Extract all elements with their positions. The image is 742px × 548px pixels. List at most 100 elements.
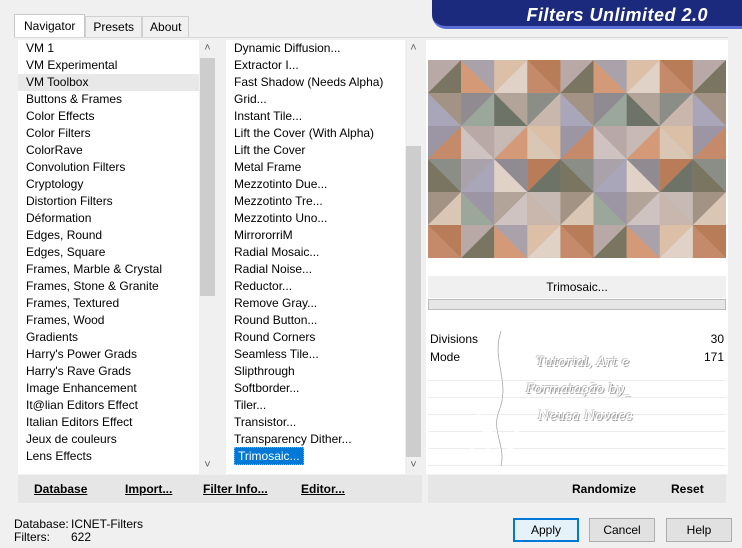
cancel-button[interactable]: Cancel <box>589 518 655 542</box>
category-item[interactable]: VM 1 <box>18 40 199 57</box>
scroll-down-icon[interactable]: ˅ <box>405 457 422 474</box>
tab-bar: Navigator Presets About <box>14 14 190 38</box>
category-item-label: Frames, Textured <box>26 296 120 310</box>
tab-navigator[interactable]: Navigator <box>14 14 86 38</box>
param-divisions[interactable]: Divisions 30 <box>430 332 726 348</box>
category-item[interactable]: VM Toolbox <box>18 74 199 91</box>
filter-item[interactable]: Mezzotinto Uno... <box>226 210 405 227</box>
filter-item[interactable]: Fast Shadow (Needs Alpha) <box>226 74 405 91</box>
filter-item[interactable]: Mezzotinto Due... <box>226 176 405 193</box>
filter-item[interactable]: Grid... <box>226 91 405 108</box>
category-item[interactable]: VM Experimental <box>18 57 199 74</box>
category-item[interactable]: Déformation <box>18 210 199 227</box>
param-label: Divisions <box>430 332 479 346</box>
filter-item[interactable]: Round Corners <box>226 329 405 346</box>
filter-info-button[interactable]: Filter Info... <box>203 482 268 496</box>
status-label: Database: <box>14 517 69 531</box>
filter-item-label: Radial Mosaic... <box>234 245 320 259</box>
category-item[interactable]: Convolution Filters <box>18 159 199 176</box>
help-button[interactable]: Help <box>666 518 732 542</box>
category-item[interactable]: Harry's Power Grads <box>18 346 199 363</box>
category-item[interactable]: Frames, Wood <box>18 312 199 329</box>
category-item[interactable]: Frames, Textured <box>18 295 199 312</box>
category-item[interactable]: It@lian Editors Effect <box>18 397 199 414</box>
category-item[interactable]: Harry's Rave Grads <box>18 363 199 380</box>
filter-item[interactable]: Transistor... <box>226 414 405 431</box>
filter-item[interactable]: MirrororriM <box>226 227 405 244</box>
category-item[interactable]: Buttons & Frames <box>18 91 199 108</box>
filter-item[interactable]: Trimosaic... <box>226 447 405 465</box>
status-label: Filters: <box>14 530 50 544</box>
filter-item-label: Reductor... <box>234 279 293 293</box>
category-item-label: Buttons & Frames <box>26 92 123 106</box>
filter-item[interactable]: Tiler... <box>226 397 405 414</box>
import-button[interactable]: Import... <box>125 482 172 496</box>
tab-about[interactable]: About <box>142 16 190 38</box>
filter-item-label: Slipthrough <box>234 364 295 378</box>
filter-item[interactable]: Softborder... <box>226 380 405 397</box>
category-item-label: Image Enhancement <box>26 381 137 395</box>
category-item[interactable]: Edges, Square <box>18 244 199 261</box>
filter-item[interactable]: Dynamic Diffusion... <box>226 40 405 57</box>
category-item[interactable]: Lens Effects <box>18 448 199 465</box>
category-item[interactable]: Color Filters <box>18 125 199 142</box>
filter-item[interactable]: Remove Gray... <box>226 295 405 312</box>
category-item-label: Color Filters <box>26 126 91 140</box>
database-button[interactable]: Database <box>34 482 87 496</box>
progress-bar <box>428 299 726 310</box>
category-item[interactable]: Color Effects <box>18 108 199 125</box>
filter-scroll-thumb[interactable] <box>406 146 421 457</box>
category-item-label: Frames, Stone & Granite <box>26 279 159 293</box>
reset-button[interactable]: Reset <box>671 482 704 496</box>
category-scrollbar[interactable]: ˄ ˅ <box>199 40 216 474</box>
filter-item[interactable]: Transparency Dither... <box>226 431 405 448</box>
filter-item[interactable]: Radial Noise... <box>226 261 405 278</box>
scroll-up-icon[interactable]: ˄ <box>405 40 422 57</box>
filter-item[interactable]: Round Button... <box>226 312 405 329</box>
scroll-up-icon[interactable]: ˄ <box>199 40 216 57</box>
filter-item[interactable]: Seamless Tile... <box>226 346 405 363</box>
apply-button[interactable]: Apply <box>513 518 579 542</box>
category-item[interactable]: Frames, Marble & Crystal <box>18 261 199 278</box>
category-item[interactable]: Image Enhancement <box>18 380 199 397</box>
editor-button[interactable]: Editor... <box>301 482 345 496</box>
category-item[interactable]: Cryptology <box>18 176 199 193</box>
category-item[interactable]: ColorRave <box>18 142 199 159</box>
filter-item[interactable]: Reductor... <box>226 278 405 295</box>
status-value: ICNET-Filters <box>71 517 143 531</box>
category-item-label: Distortion Filters <box>26 194 113 208</box>
tab-presets[interactable]: Presets <box>85 16 143 38</box>
filter-item[interactable]: Slipthrough <box>226 363 405 380</box>
filter-item[interactable]: Radial Mosaic... <box>226 244 405 261</box>
filter-item[interactable]: Instant Tile... <box>226 108 405 125</box>
app-banner-title: Filters Unlimited 2.0 <box>432 0 742 29</box>
randomize-button[interactable]: Randomize <box>572 482 636 496</box>
parameter-rows <box>428 364 726 472</box>
filter-scrollbar[interactable]: ˄ ˅ <box>405 40 422 474</box>
category-item[interactable]: Frames, Stone & Granite <box>18 278 199 295</box>
param-mode[interactable]: Mode 171 <box>430 350 726 366</box>
filter-item-label: Transistor... <box>234 415 297 429</box>
filter-item[interactable]: Extractor I... <box>226 57 405 74</box>
category-item-label: Convolution Filters <box>26 160 126 174</box>
category-item-label: Edges, Square <box>26 245 106 259</box>
filter-item[interactable]: Lift the Cover (With Alpha) <box>226 125 405 142</box>
filter-item[interactable]: Metal Frame <box>226 159 405 176</box>
trimosaic-preview <box>428 60 726 258</box>
category-item[interactable]: Edges, Round <box>18 227 199 244</box>
filter-item-label: MirrororriM <box>234 228 293 242</box>
category-item[interactable]: Italian Editors Effect <box>18 414 199 431</box>
category-scroll-thumb[interactable] <box>200 58 215 296</box>
filter-list[interactable]: Dynamic Diffusion... Extractor I... Fast S… <box>226 40 422 474</box>
filter-item-label: Lift the Cover (With Alpha) <box>234 126 375 140</box>
category-item[interactable]: Distortion Filters <box>18 193 199 210</box>
filter-item-label: Round Button... <box>234 313 318 327</box>
category-item[interactable]: Jeux de couleurs <box>18 431 199 448</box>
category-item-label: VM Experimental <box>26 58 118 72</box>
scroll-down-icon[interactable]: ˅ <box>199 457 216 474</box>
filter-item[interactable]: Lift the Cover <box>226 142 405 159</box>
category-list[interactable]: VM 1 VM Experimental VM Toolbox Buttons & F… <box>18 40 216 474</box>
filter-item[interactable]: Mezzotinto Tre... <box>226 193 405 210</box>
category-item[interactable]: Gradients <box>18 329 199 346</box>
category-item-label: ColorRave <box>26 143 83 157</box>
